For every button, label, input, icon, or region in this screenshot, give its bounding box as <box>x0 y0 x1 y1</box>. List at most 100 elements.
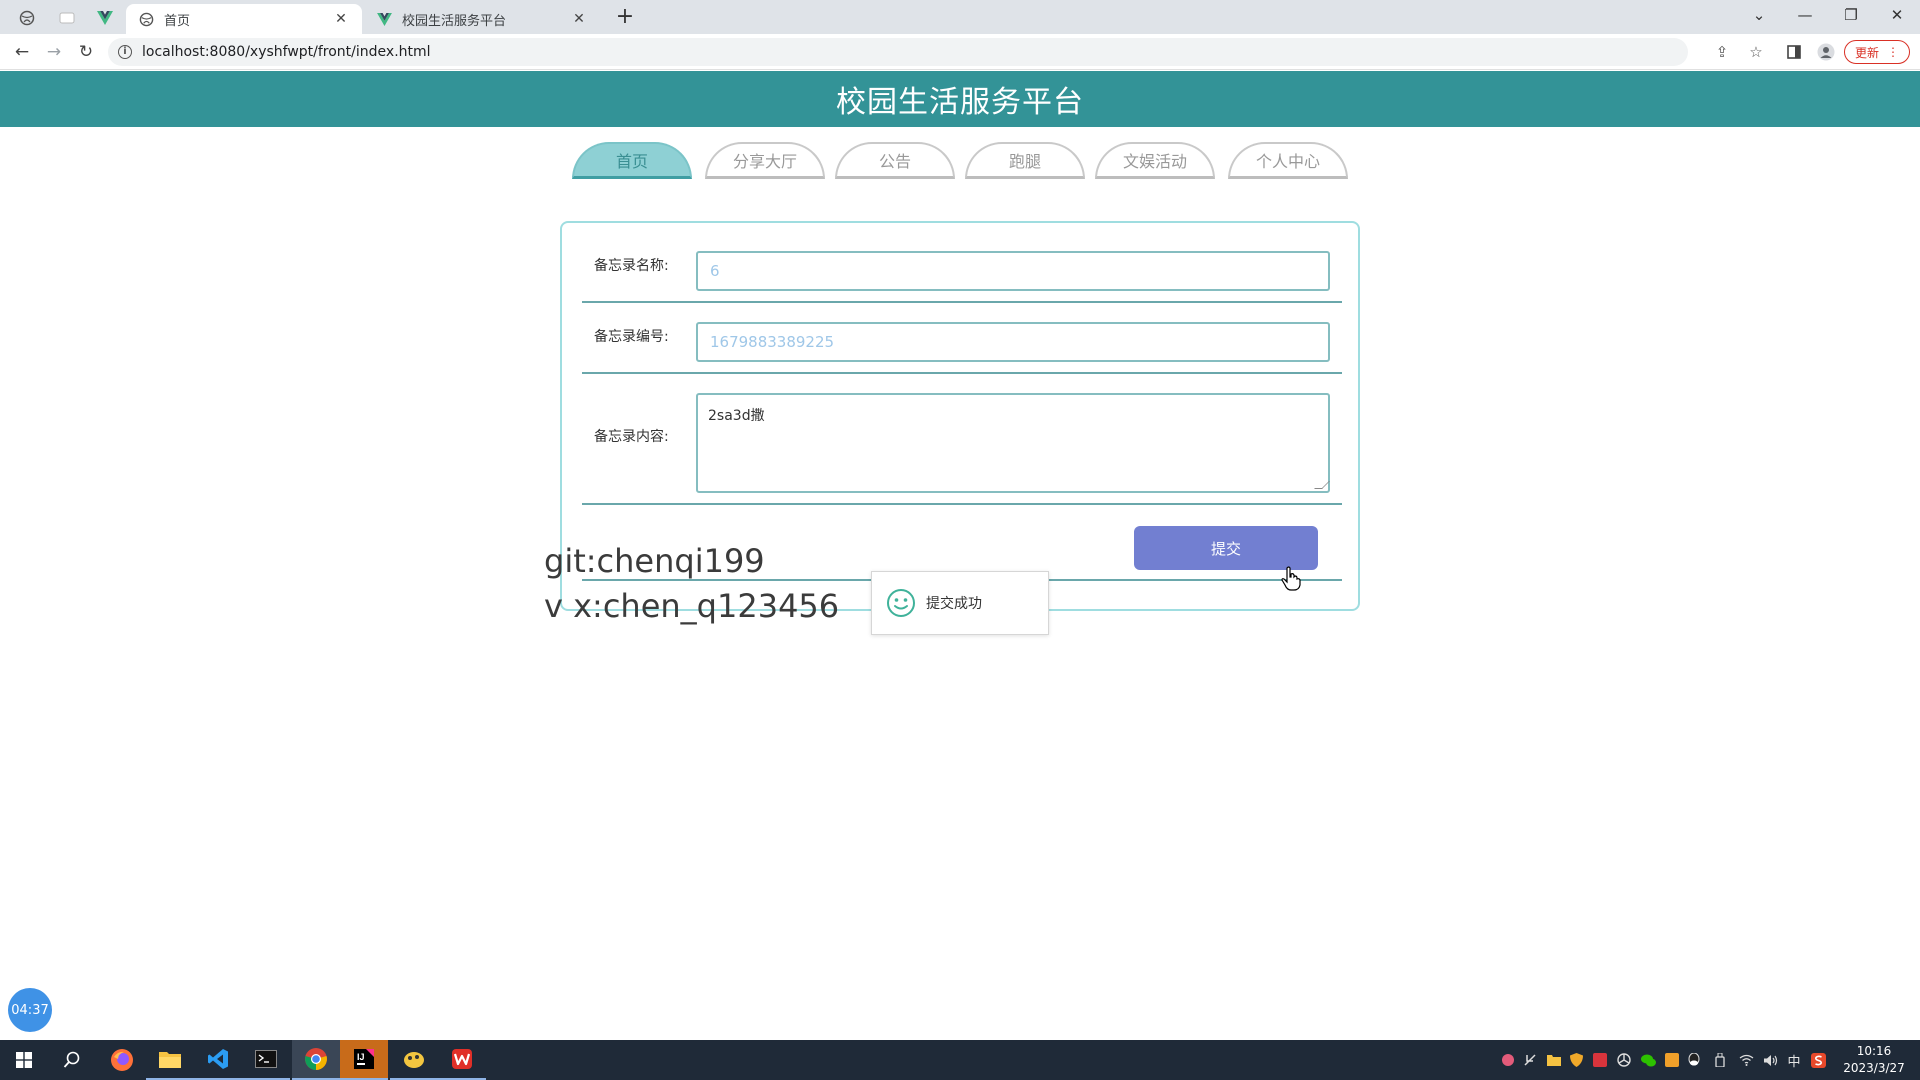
tray-app-icon[interactable] <box>1500 1052 1516 1068</box>
nav-tab-share-hall[interactable]: 分享大厅 <box>705 142 825 179</box>
wps-app[interactable] <box>438 1040 486 1080</box>
share-icon[interactable]: ⇪ <box>1712 42 1732 62</box>
memo-content-textarea[interactable]: 2sa3d撒 <box>696 393 1330 493</box>
restore-button[interactable]: ❐ <box>1828 0 1874 30</box>
reload-icon[interactable]: ↻ <box>72 39 100 65</box>
terminal-app[interactable] <box>242 1040 290 1080</box>
tray-qq-icon[interactable] <box>1686 1052 1702 1068</box>
site-info-icon[interactable]: i <box>118 45 132 59</box>
firefox-icon <box>111 1049 133 1071</box>
browser-tabstrip: 首页 ✕ 校园生活服务平台 ✕ + ⌄ — ❐ ✕ <box>0 0 1920 34</box>
tab-home[interactable]: 首页 ✕ <box>126 4 362 34</box>
vue-logo-icon <box>376 11 392 27</box>
tab-title: 校园生活服务平台 <box>402 13 507 29</box>
nav-tab-entertainment[interactable]: 文娱活动 <box>1095 142 1215 179</box>
forward-arrow-icon[interactable]: → <box>40 39 68 65</box>
windows-taskbar: IJ 中 10:16 2023/3/27 <box>0 1040 1920 1080</box>
submit-button[interactable]: 提交 <box>1134 526 1318 570</box>
nav-tab-home[interactable]: 首页 <box>572 142 692 179</box>
wifi-icon[interactable] <box>1738 1052 1754 1068</box>
nav-tab-personal-center[interactable]: 个人中心 <box>1228 142 1348 179</box>
tray-sogou-icon[interactable] <box>1810 1052 1826 1068</box>
resize-grip-icon[interactable] <box>1314 481 1330 489</box>
site-title: 校园生活服务平台 <box>836 85 1084 120</box>
profile-avatar-icon[interactable] <box>1816 42 1836 62</box>
close-tab-icon[interactable]: ✕ <box>332 10 350 28</box>
tray-wechat-icon[interactable] <box>1640 1052 1656 1068</box>
memo-name-input[interactable]: 6 <box>696 251 1330 291</box>
tray-network-tool-icon[interactable] <box>1522 1052 1538 1068</box>
search-button[interactable] <box>48 1040 96 1080</box>
pinned-tab-globe[interactable] <box>10 5 44 31</box>
tab-search-chevron-icon[interactable]: ⌄ <box>1736 0 1782 30</box>
row-divider <box>582 301 1342 303</box>
svg-text:IJ: IJ <box>357 1052 365 1062</box>
clock-time: 10:16 <box>1856 1044 1892 1058</box>
memo-number-label: 备忘录编号: <box>594 329 669 345</box>
tray-red-app-icon[interactable] <box>1592 1052 1608 1068</box>
toast-message: 提交成功 <box>926 596 982 612</box>
tray-shield-icon[interactable] <box>1568 1052 1584 1068</box>
search-icon <box>63 1051 80 1068</box>
ime-indicator[interactable]: 中 <box>1786 1052 1802 1070</box>
terminal-icon <box>255 1050 277 1068</box>
row-divider <box>582 372 1342 374</box>
minimize-button[interactable]: — <box>1782 0 1828 30</box>
side-panel-icon[interactable] <box>1784 42 1804 62</box>
address-url[interactable]: localhost:8080/xyshfwpt/front/index.html <box>142 44 431 60</box>
bookmark-star-icon[interactable]: ☆ <box>1746 42 1766 62</box>
intellij-icon: IJ <box>354 1049 374 1069</box>
pinned-tab-vue[interactable] <box>88 5 122 31</box>
site-header: 校园生活服务平台 <box>0 71 1920 127</box>
tab-platform[interactable]: 校园生活服务平台 ✕ <box>364 4 600 34</box>
watermark-line-1: git:chenqi199 <box>544 542 765 580</box>
globe-icon <box>138 11 154 27</box>
back-arrow-icon[interactable]: ← <box>8 39 36 65</box>
tab-title: 首页 <box>164 13 191 29</box>
paint-app[interactable] <box>390 1040 438 1080</box>
timer-badge[interactable]: 04:37 <box>8 988 52 1032</box>
system-clock[interactable]: 10:16 2023/3/27 <box>1836 1043 1912 1077</box>
memo-content-label: 备忘录内容: <box>594 429 669 445</box>
vscode-icon <box>208 1049 228 1069</box>
vue-logo-icon <box>97 11 113 25</box>
chrome-app[interactable] <box>292 1040 340 1080</box>
memo-name-label: 备忘录名称: <box>594 258 669 274</box>
update-label: 更新 <box>1854 45 1879 60</box>
close-tab-icon[interactable]: ✕ <box>570 10 588 28</box>
row-divider <box>582 503 1342 505</box>
vscode-app[interactable] <box>194 1040 242 1080</box>
new-tab-button[interactable]: + <box>612 6 638 30</box>
tray-daemon-icon[interactable] <box>1616 1052 1632 1068</box>
globe-icon <box>19 10 35 26</box>
blank-page-icon <box>59 12 75 24</box>
palette-icon <box>404 1052 424 1068</box>
start-button[interactable] <box>0 1040 48 1080</box>
firefox-app[interactable] <box>98 1040 146 1080</box>
update-button[interactable]: 更新 ⋮ <box>1844 40 1910 64</box>
address-bar[interactable]: i localhost:8080/xyshfwpt/front/index.ht… <box>108 38 1688 66</box>
nav-tab-announcements[interactable]: 公告 <box>835 142 955 179</box>
file-explorer-app[interactable] <box>146 1040 194 1080</box>
nav-tab-errands[interactable]: 跑腿 <box>965 142 1085 179</box>
tray-folder-icon[interactable] <box>1546 1052 1562 1068</box>
wps-icon <box>452 1049 472 1069</box>
pinned-tab-blank[interactable] <box>50 5 84 31</box>
volume-icon[interactable] <box>1762 1052 1778 1068</box>
memo-content-text: 2sa3d撒 <box>708 408 765 424</box>
chrome-icon <box>305 1048 327 1070</box>
memo-number-input[interactable]: 1679883389225 <box>696 322 1330 362</box>
hand-cursor-icon <box>1281 566 1301 591</box>
success-toast: 提交成功 <box>871 571 1049 635</box>
clock-date: 2023/3/27 <box>1843 1061 1905 1075</box>
more-menu-icon: ⋮ <box>1887 45 1899 59</box>
tray-image-tool-icon[interactable] <box>1664 1052 1680 1068</box>
folder-icon <box>159 1052 181 1068</box>
tray-usb-icon[interactable] <box>1712 1052 1728 1068</box>
smile-icon <box>887 589 915 617</box>
close-window-button[interactable]: ✕ <box>1874 0 1920 30</box>
browser-toolbar: ← → ↻ i localhost:8080/xyshfwpt/front/in… <box>0 34 1920 70</box>
intellij-app[interactable]: IJ <box>340 1040 388 1080</box>
windows-logo-icon <box>16 1052 32 1068</box>
watermark-line-2: v x:chen_q123456 <box>544 587 840 625</box>
